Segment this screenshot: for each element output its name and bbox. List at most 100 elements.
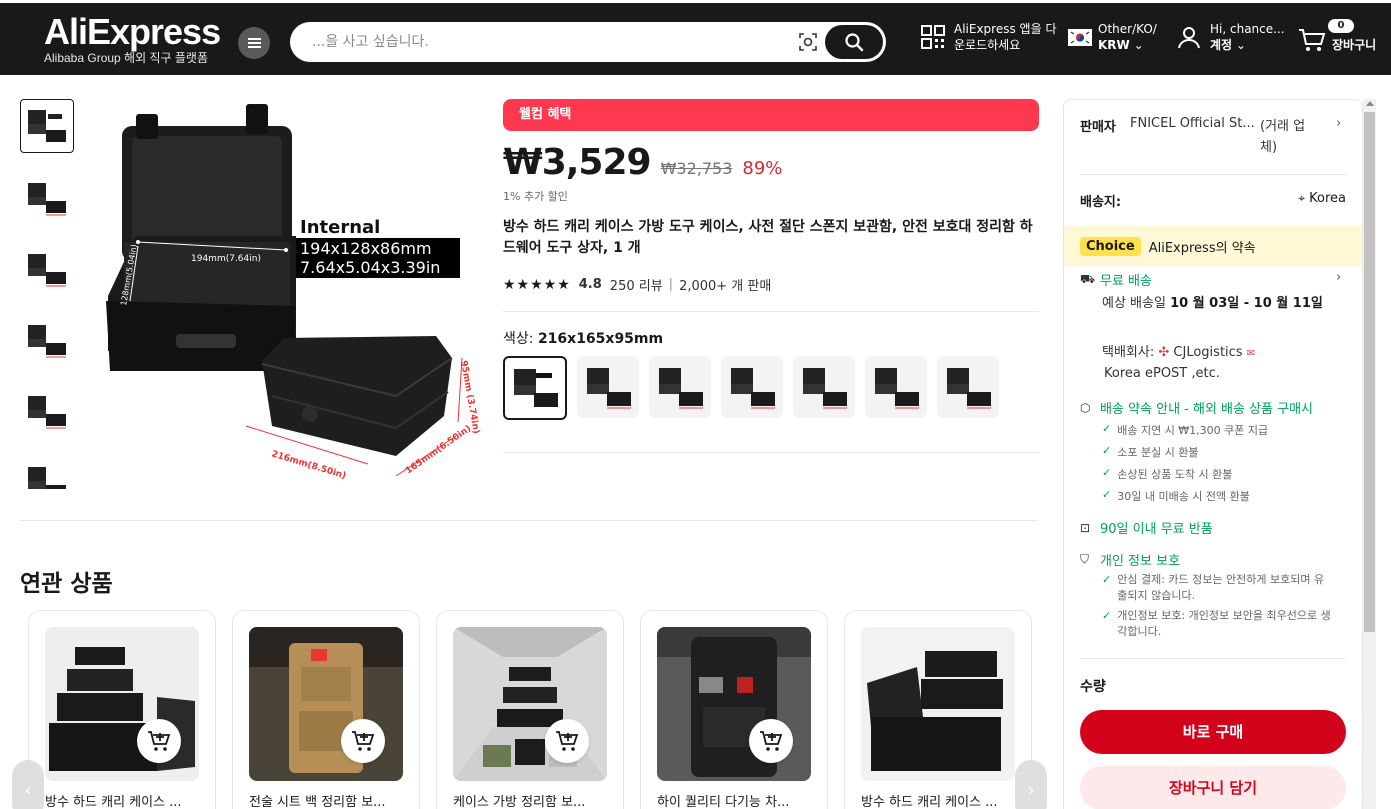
check-icon: ✓ bbox=[1102, 488, 1112, 501]
review-count[interactable]: 250 리뷰 bbox=[610, 275, 663, 294]
add-to-cart-icon[interactable] bbox=[749, 719, 793, 763]
seller-label: 판매자 bbox=[1080, 120, 1116, 135]
seller-type: (거래 업체) bbox=[1260, 119, 1306, 155]
carrier-more: Korea ePOST ,etc. bbox=[1104, 366, 1220, 381]
welcome-banner: 웰컴 혜택 bbox=[503, 99, 1039, 131]
logo-subtitle: Alibaba Group 해외 직구 플랫폼 bbox=[44, 51, 208, 65]
check-icon: ✓ bbox=[1102, 466, 1112, 479]
color-swatch[interactable] bbox=[865, 356, 927, 418]
thumbnail[interactable] bbox=[20, 312, 74, 366]
shield-icon: ⬡ bbox=[1080, 400, 1091, 415]
color-swatch[interactable] bbox=[937, 356, 999, 418]
app-download-link[interactable]: AliExpress 앱을 다 운로드하세요 bbox=[920, 21, 1056, 53]
color-swatch[interactable] bbox=[649, 356, 711, 418]
product-card[interactable]: 케이스 가방 정리함 보... bbox=[436, 610, 624, 809]
product-card[interactable]: 방수 하드 캐리 케이스 ... bbox=[844, 610, 1032, 809]
lang-text: Other/KO/ bbox=[1098, 22, 1157, 36]
color-swatch[interactable] bbox=[503, 356, 567, 420]
internal-dim-in: 7.64x5.04x3.39in bbox=[300, 258, 440, 277]
add-to-cart-icon[interactable] bbox=[545, 719, 589, 763]
color-label-key: 색상: bbox=[503, 331, 534, 347]
privacy-item: ✓ 안심 결제: 카드 정보는 안전하게 보호되며 유출되지 않습니다. bbox=[1102, 572, 1332, 604]
image-search-icon[interactable] bbox=[798, 32, 818, 52]
carrier-row: 택배회사: ✣ CJLogistics ✉ bbox=[1102, 342, 1255, 364]
menu-icon[interactable] bbox=[238, 27, 270, 59]
extra-discount: 1% 추가 할인 bbox=[503, 190, 568, 203]
privacy-item-text: 개인정보 보호: 개인정보 보안을 최우선으로 생각합니다. bbox=[1117, 609, 1331, 638]
language-currency-selector[interactable]: Other/KO/ KRW ⌄ bbox=[1068, 21, 1157, 53]
promise-title: 배송 약속 안내 - 해외 배송 상품 구매시 bbox=[1100, 402, 1314, 417]
cart-count-badge: 0 bbox=[1328, 19, 1354, 33]
promise-item: ✓ 소포 분실 시 환불 bbox=[1102, 444, 1199, 460]
free-shipping-row[interactable]: ⛟ 무료 배송 bbox=[1080, 270, 1152, 290]
app-text-line1: AliExpress 앱을 다 bbox=[954, 22, 1057, 36]
account-menu[interactable]: Hi, chance... 계정 ⌄ bbox=[1176, 21, 1285, 53]
promise-item: ✓ 30일 내 미배송 시 전액 환불 bbox=[1102, 488, 1250, 504]
chevron-right-icon[interactable]: › bbox=[1336, 270, 1341, 285]
divider bbox=[20, 520, 1038, 521]
chevron-down-icon: ⌄ bbox=[1133, 38, 1144, 52]
seller-name: FNICEL Official St... bbox=[1130, 116, 1255, 131]
promise-item-text: 배송 지연 시 ₩1,300 쿠폰 지급 bbox=[1117, 424, 1269, 437]
internal-label: Internal bbox=[300, 217, 380, 238]
greeting-text: Hi, chance... bbox=[1210, 22, 1285, 36]
scrollbar-thumb[interactable] bbox=[1364, 112, 1375, 632]
carousel-prev-button[interactable]: ‹ bbox=[12, 760, 44, 809]
delivery-promise-row[interactable]: ⬡ 배송 약속 안내 - 해외 배송 상품 구매시 bbox=[1080, 398, 1314, 418]
app-text-line2: 운로드하세요 bbox=[954, 38, 1021, 52]
current-price: ₩3,529 bbox=[503, 142, 652, 183]
main-product-image[interactable]: 194mm(7.64in) 128mm(5.04in) Internal 194… bbox=[96, 96, 486, 496]
cart-link[interactable]: 0 장바구니 bbox=[1298, 19, 1376, 53]
internal-dim-mm: 194x128x86mm bbox=[300, 239, 432, 258]
delivery-estimate: 예상 배송일 10 월 03일 - 10 월 11일 bbox=[1102, 293, 1332, 314]
product-title: 방수 하드 캐리 케이스 가방 도구 케이스, 사전 절단 스폰지 보관함, 안… bbox=[503, 219, 1033, 256]
add-to-cart-button[interactable]: 장바구니 담기 bbox=[1080, 766, 1346, 809]
ship-to-row[interactable]: 배송지: ⌖ Korea bbox=[1080, 191, 1346, 210]
ship-country: Korea bbox=[1309, 191, 1346, 206]
location-pin-icon: ⌖ bbox=[1298, 191, 1305, 205]
product-card[interactable]: 방수 하드 캐리 케이스 ... bbox=[28, 610, 216, 809]
product-card-title: 하이 퀄리티 다기능 차... bbox=[657, 795, 790, 809]
privacy-item-text: 안심 결제: 카드 정보는 안전하게 보호되며 유출되지 않습니다. bbox=[1117, 573, 1325, 602]
color-swatches bbox=[503, 356, 1009, 420]
rating-row: ★★★★★ 4.8 250 리뷰 | 2,000+ 개 판매 bbox=[503, 275, 772, 295]
top-header: AliExpress Alibaba Group 해외 직구 플랫폼 AliEx… bbox=[0, 0, 1391, 75]
color-swatch[interactable] bbox=[577, 356, 639, 418]
carousel-next-button[interactable]: › bbox=[1015, 760, 1047, 809]
check-icon: ✓ bbox=[1102, 444, 1112, 457]
aliexpress-logo[interactable]: AliExpress Alibaba Group 해외 직구 플랫폼 bbox=[44, 13, 221, 66]
seller-row[interactable]: 판매자 FNICEL Official St... (거래 업체) bbox=[1080, 116, 1315, 158]
rating-value: 4.8 bbox=[578, 277, 602, 292]
currency-text: KRW bbox=[1098, 38, 1130, 52]
ext-height-label: 95mm (3.74in) bbox=[458, 360, 481, 435]
search-button[interactable] bbox=[825, 25, 883, 59]
product-card-title: 전술 시트 백 정리함 보... bbox=[249, 795, 386, 809]
scroll-up-arrow-icon[interactable] bbox=[1366, 101, 1374, 106]
product-card[interactable]: 하이 퀄리티 다기능 차... bbox=[640, 610, 828, 809]
divider bbox=[503, 452, 1039, 453]
thumbnail-list bbox=[20, 99, 76, 489]
thumbnail[interactable] bbox=[20, 99, 74, 153]
thumbnail[interactable] bbox=[20, 241, 74, 295]
chevron-right-icon[interactable]: › bbox=[1336, 116, 1341, 131]
free-return-text: 90일 이내 무료 반품 bbox=[1100, 522, 1213, 537]
color-swatch[interactable] bbox=[721, 356, 783, 418]
thumbnail[interactable] bbox=[20, 454, 74, 489]
search-bar bbox=[290, 22, 886, 62]
privacy-row[interactable]: ⛉ 개인 정보 보호 bbox=[1080, 550, 1180, 569]
product-image bbox=[657, 627, 811, 781]
thumbnail[interactable] bbox=[20, 170, 74, 224]
privacy-title: 개인 정보 보호 bbox=[1100, 554, 1181, 569]
buy-now-button[interactable]: 바로 구매 bbox=[1080, 710, 1346, 754]
thumbnail[interactable] bbox=[20, 383, 74, 437]
divider bbox=[1080, 174, 1346, 175]
product-card-title: 방수 하드 캐리 케이스 ... bbox=[45, 795, 182, 809]
free-return-row[interactable]: ⊡ 90일 이내 무료 반품 bbox=[1080, 518, 1213, 538]
search-icon bbox=[845, 33, 864, 52]
add-to-cart-icon[interactable] bbox=[137, 719, 181, 763]
product-card[interactable]: 전술 시트 백 정리함 보... bbox=[232, 610, 420, 809]
search-input[interactable] bbox=[312, 30, 782, 54]
promise-item-text: 손상된 상품 도착 시 환불 bbox=[1117, 468, 1233, 481]
color-swatch[interactable] bbox=[793, 356, 855, 418]
add-to-cart-icon[interactable] bbox=[341, 719, 385, 763]
